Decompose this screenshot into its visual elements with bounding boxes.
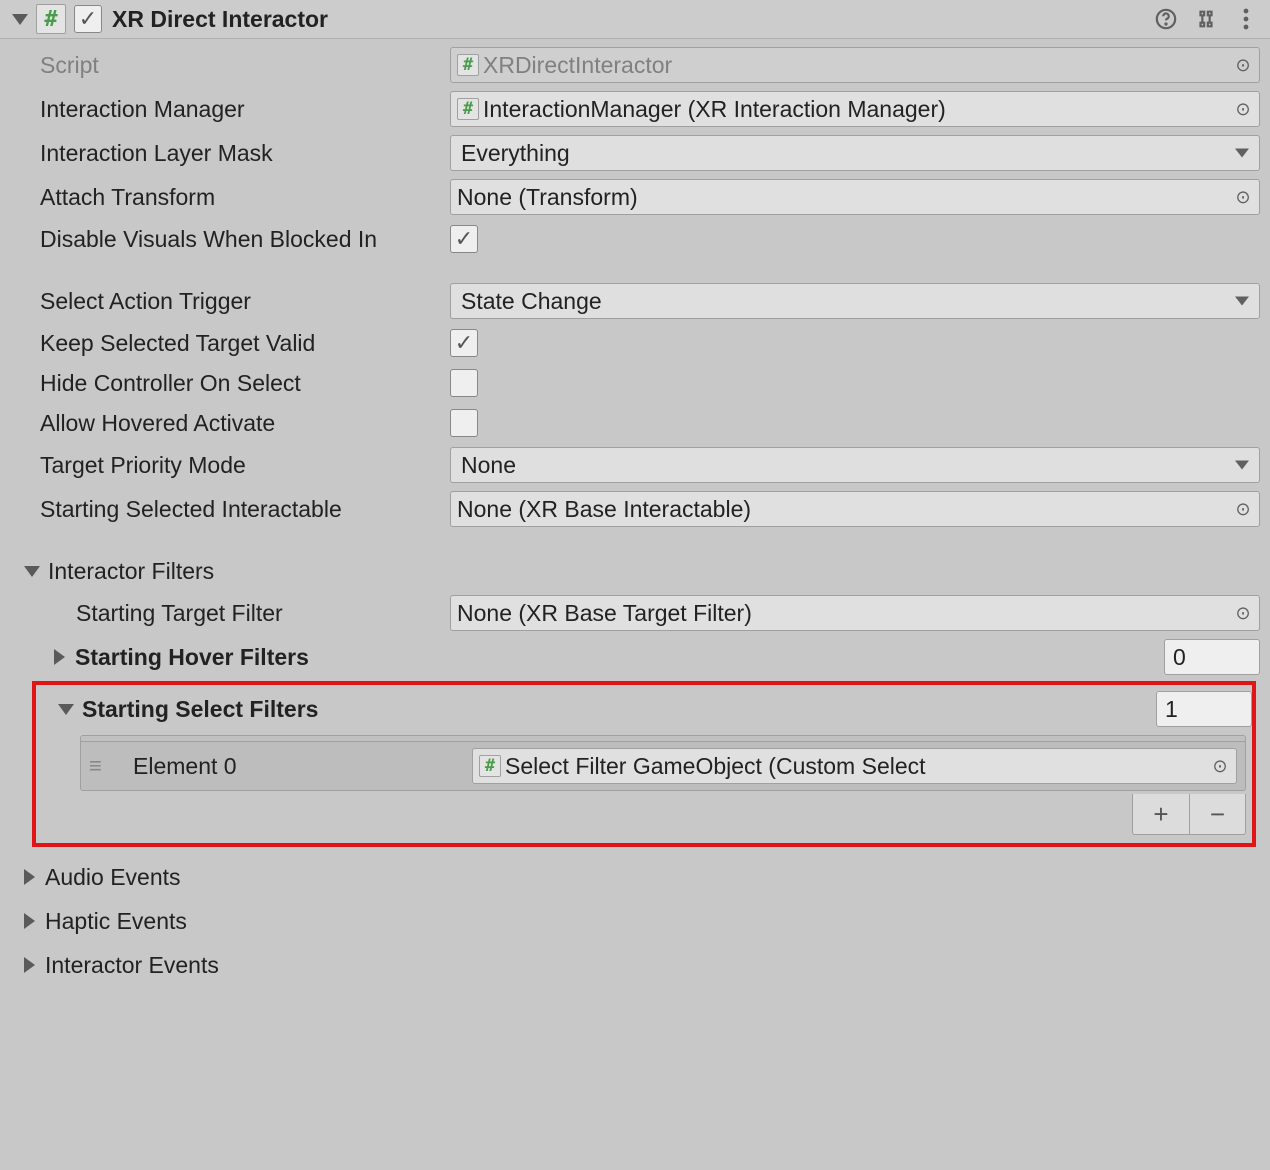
haptic-events-header[interactable]: Haptic Events bbox=[10, 899, 1260, 943]
interactor-filters-header[interactable]: Interactor Filters bbox=[10, 551, 1260, 591]
component-title: XR Direct Interactor bbox=[112, 6, 1140, 33]
interactor-events-label: Interactor Events bbox=[45, 952, 219, 979]
select-action-trigger-row: Select Action Trigger State Change bbox=[10, 279, 1260, 323]
list-remove-button[interactable]: − bbox=[1189, 794, 1245, 834]
object-picker-icon[interactable]: ⊙ bbox=[1233, 603, 1253, 624]
object-picker-icon: ⊙ bbox=[1233, 55, 1253, 76]
starting-target-filter-field[interactable]: None (XR Base Target Filter) ⊙ bbox=[450, 595, 1260, 631]
list-item[interactable]: ≡ Element 0 # Select Filter GameObject (… bbox=[81, 742, 1245, 790]
audio-events-header[interactable]: Audio Events bbox=[10, 855, 1260, 899]
interaction-manager-label: Interaction Manager bbox=[40, 96, 450, 123]
object-picker-icon[interactable]: ⊙ bbox=[1233, 99, 1253, 120]
target-priority-mode-label: Target Priority Mode bbox=[40, 452, 450, 479]
foldout-open-icon[interactable] bbox=[58, 704, 74, 715]
interaction-layer-mask-label: Interaction Layer Mask bbox=[40, 140, 450, 167]
list-add-button[interactable]: + bbox=[1133, 794, 1189, 834]
component-header: # XR Direct Interactor bbox=[0, 0, 1270, 39]
allow-hovered-activate-label: Allow Hovered Activate bbox=[40, 410, 450, 437]
element-object-field[interactable]: # Select Filter GameObject (Custom Selec… bbox=[472, 748, 1237, 784]
hide-controller-on-select-label: Hide Controller On Select bbox=[40, 370, 450, 397]
starting-hover-filters-label: Starting Hover Filters bbox=[75, 644, 1164, 671]
target-priority-mode-dropdown[interactable]: None bbox=[450, 447, 1260, 483]
foldout-closed-icon[interactable] bbox=[24, 913, 35, 929]
drag-handle-icon[interactable]: ≡ bbox=[89, 753, 117, 779]
foldout-closed-icon[interactable] bbox=[54, 649, 65, 665]
element-label: Element 0 bbox=[117, 753, 472, 780]
foldout-open-icon[interactable] bbox=[24, 566, 40, 577]
interaction-layer-mask-row: Interaction Layer Mask Everything bbox=[10, 131, 1260, 175]
disable-visuals-checkbox[interactable] bbox=[450, 225, 478, 253]
starting-hover-filters-count[interactable]: 0 bbox=[1164, 639, 1260, 675]
list-footer: + − bbox=[36, 795, 1252, 835]
foldout-closed-icon[interactable] bbox=[24, 869, 35, 885]
script-field-icon: # bbox=[457, 98, 479, 120]
object-picker-icon[interactable]: ⊙ bbox=[1233, 499, 1253, 520]
haptic-events-label: Haptic Events bbox=[45, 908, 187, 935]
attach-transform-label: Attach Transform bbox=[40, 184, 450, 211]
keep-selected-target-valid-checkbox[interactable] bbox=[450, 329, 478, 357]
hide-controller-on-select-checkbox[interactable] bbox=[450, 369, 478, 397]
starting-selected-interactable-field[interactable]: None (XR Base Interactable) ⊙ bbox=[450, 491, 1260, 527]
disable-visuals-row: Disable Visuals When Blocked In bbox=[10, 219, 1260, 259]
starting-target-filter-row: Starting Target Filter None (XR Base Tar… bbox=[10, 591, 1260, 635]
help-icon[interactable] bbox=[1152, 5, 1180, 33]
script-row: Script # XRDirectInteractor ⊙ bbox=[10, 43, 1260, 87]
attach-transform-row: Attach Transform None (Transform) ⊙ bbox=[10, 175, 1260, 219]
foldout-closed-icon[interactable] bbox=[24, 957, 35, 973]
interactor-events-header[interactable]: Interactor Events bbox=[10, 943, 1260, 987]
object-picker-icon[interactable]: ⊙ bbox=[1233, 187, 1253, 208]
keep-selected-target-valid-label: Keep Selected Target Valid bbox=[40, 330, 450, 357]
script-label: Script bbox=[40, 52, 450, 79]
interaction-manager-row: Interaction Manager # InteractionManager… bbox=[10, 87, 1260, 131]
component-foldout-icon[interactable] bbox=[12, 14, 28, 25]
interaction-layer-mask-dropdown[interactable]: Everything bbox=[450, 135, 1260, 171]
disable-visuals-label: Disable Visuals When Blocked In bbox=[40, 226, 450, 253]
component-enable-checkbox[interactable] bbox=[74, 5, 102, 33]
audio-events-label: Audio Events bbox=[45, 864, 181, 891]
component-body: Script # XRDirectInteractor ⊙ Interactio… bbox=[0, 39, 1270, 997]
keep-selected-target-valid-row: Keep Selected Target Valid bbox=[10, 323, 1260, 363]
hide-controller-on-select-row: Hide Controller On Select bbox=[10, 363, 1260, 403]
allow-hovered-activate-checkbox[interactable] bbox=[450, 409, 478, 437]
object-picker-icon[interactable]: ⊙ bbox=[1210, 756, 1230, 777]
script-field-icon: # bbox=[479, 755, 501, 777]
script-field: # XRDirectInteractor ⊙ bbox=[450, 47, 1260, 83]
starting-selected-interactable-row: Starting Selected Interactable None (XR … bbox=[10, 487, 1260, 531]
starting-hover-filters-header[interactable]: Starting Hover Filters 0 bbox=[10, 635, 1260, 679]
interaction-manager-field[interactable]: # InteractionManager (XR Interaction Man… bbox=[450, 91, 1260, 127]
interactor-filters-label: Interactor Filters bbox=[48, 558, 1260, 585]
script-icon: # bbox=[36, 4, 66, 34]
preset-icon[interactable] bbox=[1192, 5, 1220, 33]
starting-target-filter-label: Starting Target Filter bbox=[76, 600, 450, 627]
starting-select-filters-header[interactable]: Starting Select Filters 1 bbox=[36, 687, 1252, 731]
select-action-trigger-dropdown[interactable]: State Change bbox=[450, 283, 1260, 319]
allow-hovered-activate-row: Allow Hovered Activate bbox=[10, 403, 1260, 443]
context-menu-icon[interactable] bbox=[1232, 5, 1260, 33]
select-action-trigger-label: Select Action Trigger bbox=[40, 288, 450, 315]
script-field-icon: # bbox=[457, 54, 479, 76]
starting-selected-interactable-label: Starting Selected Interactable bbox=[40, 496, 450, 523]
starting-select-filters-label: Starting Select Filters bbox=[82, 696, 1156, 723]
highlight-annotation: Starting Select Filters 1 ≡ Element 0 # … bbox=[32, 681, 1256, 847]
starting-select-filters-list: ≡ Element 0 # Select Filter GameObject (… bbox=[80, 735, 1246, 791]
target-priority-mode-row: Target Priority Mode None bbox=[10, 443, 1260, 487]
attach-transform-field[interactable]: None (Transform) ⊙ bbox=[450, 179, 1260, 215]
starting-select-filters-count[interactable]: 1 bbox=[1156, 691, 1252, 727]
